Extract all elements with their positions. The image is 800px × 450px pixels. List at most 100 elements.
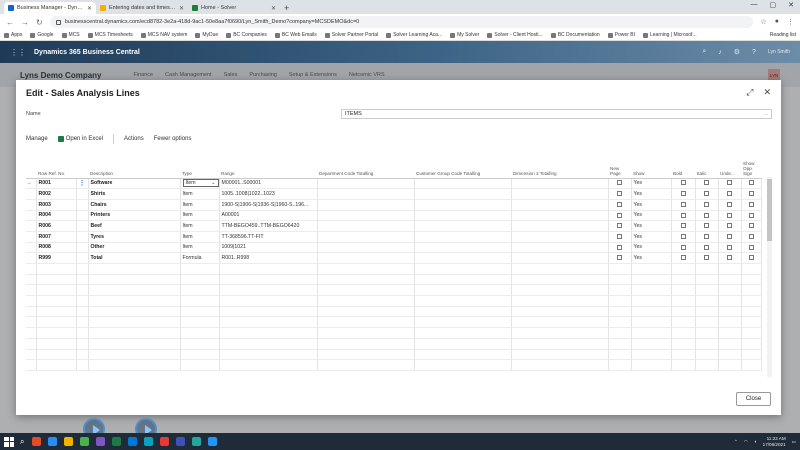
row-underline[interactable]	[718, 178, 742, 190]
row-show[interactable]: Yes	[631, 178, 672, 190]
row-show[interactable]: Yes	[631, 252, 672, 264]
row-show-opp-sign[interactable]	[741, 188, 762, 200]
table-row[interactable]: R007 Tyres Item TT-368596.TT-FIT Yes	[26, 231, 762, 243]
col-show-opp-sign[interactable]: Show Opp. Sign	[741, 160, 761, 179]
row-underline[interactable]	[718, 242, 742, 254]
row-underline[interactable]	[718, 199, 742, 211]
row-show-opp-sign[interactable]	[741, 220, 762, 232]
row-range[interactable]: M00001..S00001	[219, 178, 318, 190]
row-underline[interactable]	[718, 210, 742, 222]
row-menu-cell[interactable]	[76, 210, 89, 222]
checkbox[interactable]	[748, 255, 754, 261]
empty-row[interactable]	[26, 338, 762, 350]
empty-row[interactable]	[26, 359, 762, 371]
taskbar-app-icon[interactable]	[32, 437, 42, 446]
row-customer-group[interactable]	[414, 199, 512, 211]
scrollbar-thumb[interactable]	[767, 179, 772, 241]
row-range[interactable]: R001..R998	[219, 252, 318, 264]
row-type[interactable]: Item	[180, 188, 220, 200]
col-range[interactable]: Range	[219, 160, 317, 179]
close-window-icon[interactable]: ✕	[788, 1, 794, 9]
row-ref[interactable]: R004	[36, 210, 77, 222]
fewer-options-button[interactable]: Fewer options	[154, 136, 192, 142]
row-bold[interactable]	[671, 178, 696, 190]
empty-row[interactable]	[26, 306, 762, 318]
expand-icon[interactable]: ⤢	[746, 87, 753, 98]
bookmark-mcs[interactable]: MCS	[61, 32, 80, 38]
row-selector[interactable]	[26, 220, 37, 232]
checkbox[interactable]	[680, 191, 686, 197]
empty-row[interactable]	[26, 284, 762, 297]
row-show[interactable]: Yes	[631, 220, 672, 232]
row-menu-cell[interactable]	[76, 242, 89, 254]
checkbox[interactable]	[727, 233, 732, 239]
row-menu-icon[interactable]: ⋮	[76, 178, 89, 190]
row-bold[interactable]	[671, 242, 696, 254]
close-icon[interactable]: ✕	[763, 87, 771, 98]
row-selector[interactable]	[26, 210, 37, 222]
row-range[interactable]: 1005..1008|1022..1023	[219, 188, 318, 200]
col-bold[interactable]: Bold	[671, 160, 695, 179]
checkbox[interactable]	[704, 191, 709, 197]
row-underline[interactable]	[718, 231, 742, 243]
checkbox[interactable]	[680, 255, 686, 261]
volume-icon[interactable]: ◖	[754, 439, 757, 444]
empty-row[interactable]	[26, 263, 762, 275]
checkbox[interactable]	[727, 191, 732, 197]
type-select[interactable]: Item ⌄	[182, 179, 218, 188]
checkbox[interactable]	[704, 212, 709, 218]
row-type[interactable]: Item	[180, 199, 220, 211]
checkbox[interactable]	[680, 201, 686, 207]
row-new-page[interactable]	[608, 199, 632, 211]
checkbox[interactable]	[748, 223, 754, 229]
checkbox[interactable]	[617, 191, 622, 197]
name-field[interactable]: ITEMS ...	[341, 109, 772, 119]
search-icon[interactable]: ⌕	[20, 437, 24, 447]
chevron-up-icon[interactable]: ⌃	[734, 439, 738, 445]
row-new-page[interactable]	[608, 178, 632, 190]
bookmark-learning[interactable]: Learning | Microsof...	[642, 32, 697, 38]
row-show[interactable]: Yes	[631, 210, 672, 222]
reload-icon[interactable]: ↻	[36, 18, 43, 27]
row-customer-group[interactable]	[414, 242, 512, 254]
bookmark-nav[interactable]: MCS NAV system	[140, 32, 187, 38]
row-menu-cell[interactable]	[76, 252, 89, 264]
empty-row[interactable]	[26, 327, 762, 339]
table-row[interactable]: R003 Chairs Item 1900-S|1906-S|1936-S|19…	[26, 199, 762, 211]
row-new-page[interactable]	[608, 210, 632, 222]
browser-tab-1[interactable]: Entering dates and times in Busi✕	[96, 2, 188, 14]
bookmark-apps[interactable]: Apps	[4, 32, 22, 38]
checkbox[interactable]	[617, 255, 622, 261]
col-row-ref[interactable]: Row Ref. No.	[36, 160, 76, 179]
row-ref[interactable]: R003	[36, 199, 77, 211]
row-bold[interactable]	[671, 231, 696, 243]
row-customer-group[interactable]	[414, 178, 512, 190]
row-customer-group[interactable]	[414, 220, 512, 232]
row-show-opp-sign[interactable]	[741, 199, 762, 211]
checkbox[interactable]	[748, 180, 754, 186]
row-underline[interactable]	[718, 188, 742, 200]
row-underline[interactable]	[718, 220, 742, 232]
row-dimension-3[interactable]	[511, 178, 609, 190]
row-dept-code[interactable]	[317, 220, 415, 232]
row-customer-group[interactable]	[414, 188, 512, 200]
open-in-excel-button[interactable]: Open in Excel	[57, 136, 103, 142]
taskbar-app-icon[interactable]	[192, 437, 202, 446]
row-italic[interactable]	[695, 242, 719, 254]
row-type[interactable]: Item ⌄	[180, 178, 220, 190]
windows-start-icon[interactable]	[4, 436, 14, 447]
col-underline[interactable]: Unde...	[718, 160, 741, 179]
checkbox[interactable]	[727, 201, 732, 207]
row-italic[interactable]	[695, 252, 719, 264]
taskbar-app-icon[interactable]	[64, 437, 74, 446]
row-description[interactable]: Printers	[88, 210, 181, 222]
bookmark-my-solver[interactable]: My Solver	[450, 32, 479, 38]
row-show[interactable]: Yes	[631, 199, 672, 211]
checkbox[interactable]	[617, 180, 622, 186]
star-icon[interactable]: ☆	[760, 18, 766, 26]
row-selector[interactable]	[26, 252, 37, 264]
url-field[interactable]: businesscentral.dynamics.com/ecd8782-3e2…	[49, 16, 754, 28]
row-selector[interactable]	[26, 188, 37, 200]
checkbox[interactable]	[704, 201, 709, 207]
checkbox[interactable]	[748, 191, 754, 197]
